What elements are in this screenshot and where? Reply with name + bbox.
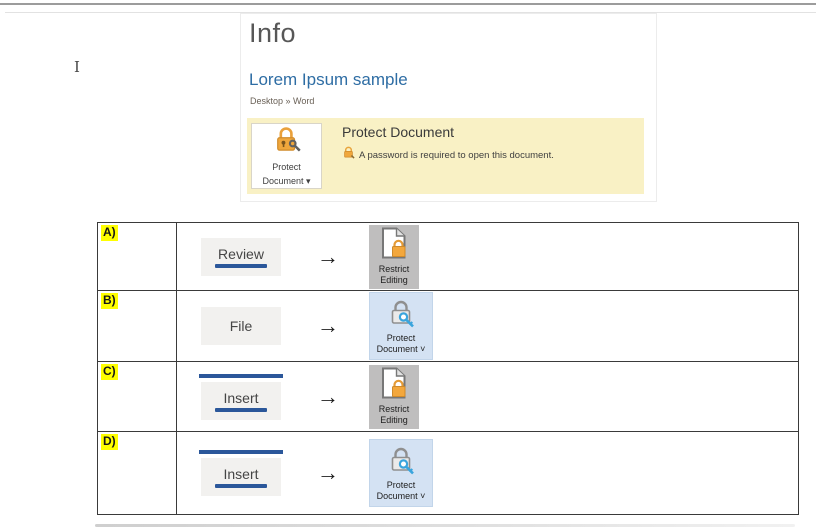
small-lock-key-icon xyxy=(342,146,355,164)
tab-insert[interactable]: Insert xyxy=(201,458,281,496)
option-row-a[interactable]: A) Review → xyxy=(98,223,798,290)
option-letter-cell: B) xyxy=(98,291,177,361)
bottom-shadow-artifact xyxy=(95,524,795,527)
option-letter: A) xyxy=(101,225,118,241)
tab-label: Review xyxy=(218,246,264,262)
answer-options-table: A) Review → xyxy=(97,222,799,515)
option-letter-cell: C) xyxy=(98,362,177,431)
option-content: Insert → Restrict Edit xyxy=(177,362,798,431)
document-title: Lorem Ipsum sample xyxy=(249,70,408,90)
arrow-glyph: → xyxy=(305,384,351,410)
option-letter-cell: D) xyxy=(98,432,177,514)
option-letter-cell: A) xyxy=(98,223,177,290)
arrow-glyph: → xyxy=(305,460,351,486)
option-content: Review → Restrict Edit xyxy=(177,223,798,290)
icon-label-line1: Restrict xyxy=(379,264,410,275)
window-top-border xyxy=(0,3,816,5)
tab-underline xyxy=(215,484,267,488)
tab-label: Insert xyxy=(223,466,258,482)
option-letter: D) xyxy=(101,434,118,450)
icon-label-line1: Protect xyxy=(387,333,416,344)
option-row-d[interactable]: D) Insert → xyxy=(98,431,798,514)
protect-document-button[interactable]: Protect Document ▾ xyxy=(251,123,322,189)
icon-label-line1: Restrict xyxy=(379,404,410,415)
tab-top-line xyxy=(199,450,283,454)
screenshot-root: I Info Lorem Ipsum sample Desktop » Word xyxy=(0,0,816,530)
protect-document-ribbon-button[interactable]: Protect Document ˅ xyxy=(369,292,433,360)
icon-label-line1: Protect xyxy=(387,480,416,491)
tab-area: Insert xyxy=(201,450,281,496)
breadcrumb: Desktop » Word xyxy=(250,96,314,106)
tab-label: File xyxy=(230,318,253,334)
tab-label: Insert xyxy=(223,390,258,406)
option-letter: C) xyxy=(101,364,118,380)
option-content: Insert → Protect xyxy=(177,432,798,514)
tab-file[interactable]: File xyxy=(201,307,281,345)
lock-key-blue-icon xyxy=(386,298,416,333)
tab-review[interactable]: Review xyxy=(201,238,281,276)
protect-section-heading: Protect Document xyxy=(342,124,454,140)
icon-label-line2: Document ˅ xyxy=(377,344,426,355)
page-title: Info xyxy=(249,18,296,49)
arrow-glyph: → xyxy=(305,244,351,270)
restrict-editing-button[interactable]: Restrict Editing xyxy=(369,225,419,289)
document-lock-icon xyxy=(381,227,407,264)
tab-underline xyxy=(215,264,267,268)
tab-insert[interactable]: Insert xyxy=(201,382,281,420)
tab-underline xyxy=(215,408,267,412)
tab-area: File xyxy=(201,307,281,345)
option-row-b[interactable]: B) File → xyxy=(98,290,798,361)
tab-area: Review xyxy=(201,238,281,276)
protect-button-label-line1: Protect xyxy=(272,162,301,173)
protect-section-message: A password is required to open this docu… xyxy=(342,146,554,164)
option-content: File → Protect Docum xyxy=(177,291,798,361)
document-lock-icon xyxy=(381,367,407,404)
option-row-c[interactable]: C) Insert → xyxy=(98,361,798,431)
tab-top-line xyxy=(199,374,283,378)
icon-label-line2: Editing xyxy=(380,415,408,426)
arrow-glyph: → xyxy=(305,313,351,339)
icon-label-line2: Editing xyxy=(380,275,408,286)
tab-area: Insert xyxy=(201,374,281,420)
info-panel: Info Lorem Ipsum sample Desktop » Word P xyxy=(240,13,657,202)
text-cursor: I xyxy=(74,58,80,76)
icon-label-line2: Document ˅ xyxy=(377,491,426,502)
option-letter: B) xyxy=(101,293,118,309)
protect-button-label-line2: Document ▾ xyxy=(262,176,310,187)
protect-document-section: Protect Document ▾ Protect Document A pa… xyxy=(247,118,644,194)
protect-document-ribbon-button[interactable]: Protect Document ˅ xyxy=(369,439,433,507)
restrict-editing-button[interactable]: Restrict Editing xyxy=(369,365,419,429)
lock-key-blue-icon xyxy=(386,445,416,480)
password-required-text: A password is required to open this docu… xyxy=(359,150,554,161)
lock-key-icon xyxy=(272,125,302,160)
